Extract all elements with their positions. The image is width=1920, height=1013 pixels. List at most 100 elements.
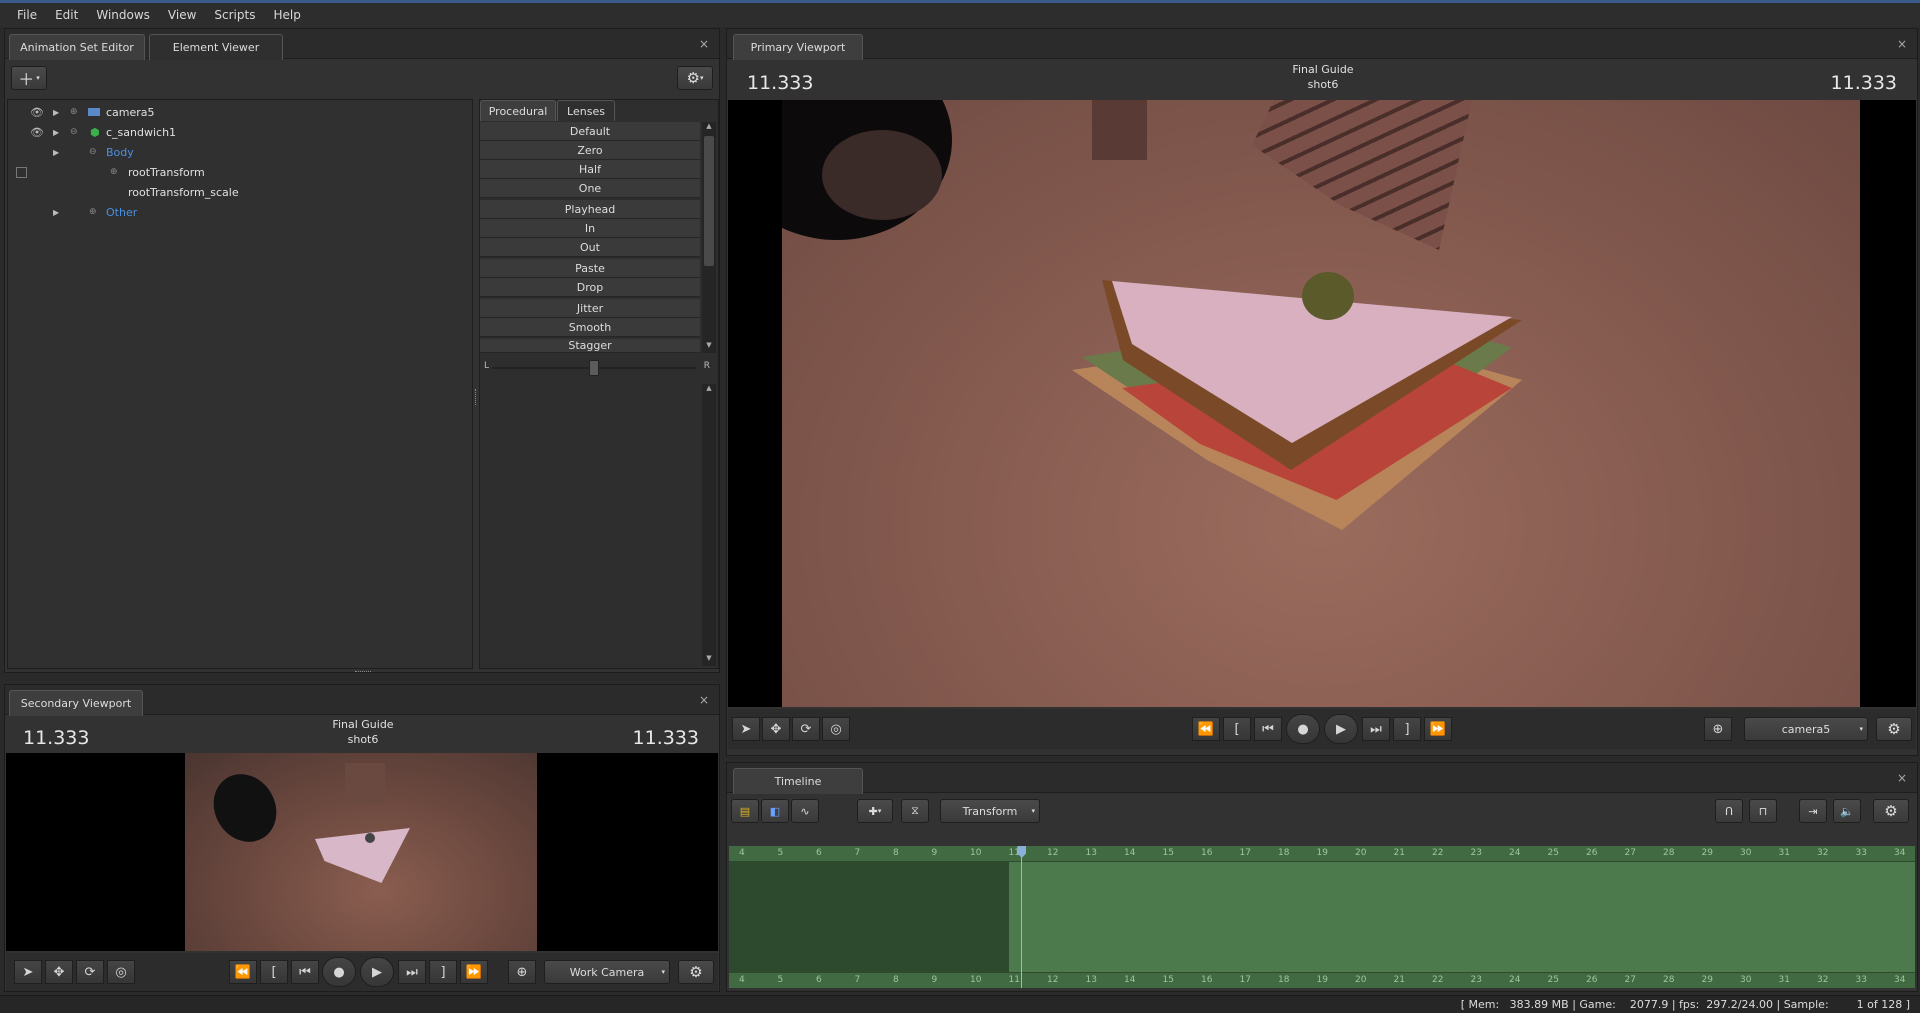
viewport-settings-button[interactable]: ⚙ (678, 960, 714, 984)
expand-arrow-icon[interactable]: ▶ (53, 108, 59, 117)
target-tool-button[interactable]: ◎ (107, 960, 135, 984)
proc-jitter-button[interactable]: Jitter (480, 299, 700, 318)
plus-expand-icon[interactable]: ⊕ (89, 207, 97, 217)
step-back-button[interactable]: ⏮ (291, 960, 319, 984)
proc-playhead-button[interactable]: Playhead (480, 200, 700, 219)
secondary-viewport-canvas[interactable] (6, 753, 718, 951)
scroll-up-arrow[interactable]: ▲ (702, 122, 716, 134)
fast-forward-button[interactable]: ⏩ (460, 960, 488, 984)
tab-procedural[interactable]: Procedural (480, 100, 556, 121)
camera-target-button[interactable]: ⊕ (1704, 717, 1732, 741)
plus-expand-icon[interactable]: ⊕ (110, 167, 118, 177)
proc-in-button[interactable]: In (480, 219, 700, 238)
close-icon[interactable]: × (1897, 37, 1907, 51)
tab-primary-viewport[interactable]: Primary Viewport (733, 34, 863, 60)
checkbox[interactable] (16, 167, 27, 178)
expand-arrow-icon[interactable]: ▶ (53, 148, 59, 157)
menu-help[interactable]: Help (264, 8, 309, 22)
move-tool-button[interactable]: ✥ (762, 717, 790, 741)
tab-animation-set-editor[interactable]: Animation Set Editor (9, 34, 145, 60)
minus-collapse-icon[interactable]: ⊖ (70, 127, 78, 137)
fast-forward-button[interactable]: ⏩ (1424, 717, 1452, 741)
eye-icon[interactable]: 👁 (30, 106, 44, 119)
proc-paste-button[interactable]: Paste (480, 259, 700, 278)
camera-target-button[interactable]: ⊕ (508, 960, 536, 984)
move-tool-button[interactable]: ✥ (45, 960, 73, 984)
mark-out-button[interactable]: ] (1393, 717, 1421, 741)
snap-magnet-button[interactable]: Ո (1715, 799, 1743, 823)
filmstrip-mode-button[interactable]: ▤ (731, 799, 759, 823)
proc-one-button[interactable]: One (480, 179, 700, 198)
select-tool-button[interactable]: ➤ (14, 960, 42, 984)
rewind-button[interactable]: ⏪ (229, 960, 257, 984)
tab-element-viewer[interactable]: Element Viewer (149, 34, 283, 60)
timeline-ruler-bottom[interactable]: 4 5 6 7 8 9 10 11 12 13 14 15 16 17 18 19 20 21 22 23 24 25 26… (729, 972, 1915, 988)
proc-stagger-button[interactable]: Stagger (480, 339, 700, 353)
audio-button[interactable]: 🔈 (1833, 799, 1861, 823)
tab-lenses[interactable]: Lenses (557, 100, 615, 121)
blend-slider[interactable]: L R (482, 358, 710, 380)
tree-row-roottransform-scale[interactable]: rootTransform_scale (8, 183, 468, 201)
select-tool-button[interactable]: ➤ (732, 717, 760, 741)
proc-zero-button[interactable]: Zero (480, 141, 700, 160)
graph-editor-button[interactable]: ∿ (791, 799, 819, 823)
menu-scripts[interactable]: Scripts (205, 8, 264, 22)
procedural-scrollbar[interactable]: ▲ ▼ (702, 122, 716, 353)
proc-smooth-button[interactable]: Smooth (480, 318, 700, 337)
expand-arrow-icon[interactable]: ▶ (53, 208, 59, 217)
close-icon[interactable]: × (699, 37, 709, 51)
mark-in-button[interactable]: [ (1223, 717, 1251, 741)
proc-drop-button[interactable]: Drop (480, 278, 700, 297)
expand-arrow-icon[interactable]: ▶ (53, 128, 59, 137)
menu-view[interactable]: View (159, 8, 205, 22)
minus-collapse-icon[interactable]: ⊖ (89, 147, 97, 157)
proc-default-button[interactable]: Default (480, 122, 700, 141)
time-scale-button[interactable]: ⧖ (901, 799, 929, 823)
tab-timeline[interactable]: Timeline (733, 768, 863, 794)
rotate-tool-button[interactable]: ⟳ (76, 960, 104, 984)
go-to-end-button[interactable]: ⇥ (1799, 799, 1827, 823)
lower-scrollbar[interactable]: ▲ ▼ (702, 384, 716, 666)
proc-out-button[interactable]: Out (480, 238, 700, 257)
slider-thumb[interactable] (589, 360, 599, 376)
play-button[interactable]: ▶ (360, 957, 394, 987)
horizontal-splitter-handle[interactable] (355, 671, 371, 673)
tree-row-body[interactable]: ▶ ⊖ Body (8, 143, 468, 161)
step-forward-button[interactable]: ⏭ (398, 960, 426, 984)
close-icon[interactable]: × (699, 693, 709, 707)
record-button[interactable]: ● (322, 957, 356, 987)
timeline-track-area[interactable]: 4 5 6 7 8 9 10 11 12 13 14 15 16 17 18 19 20 21 22 23 24 25 26… (729, 846, 1915, 988)
rotate-tool-button[interactable]: ⟳ (792, 717, 820, 741)
scroll-down-arrow[interactable]: ▼ (702, 654, 716, 666)
close-icon[interactable]: × (1897, 771, 1907, 785)
primary-viewport-canvas[interactable] (728, 100, 1916, 707)
timeline-playhead[interactable] (1021, 846, 1023, 988)
step-forward-button[interactable]: ⏭ (1362, 717, 1390, 741)
timeline-settings-button[interactable]: ⚙ (1873, 799, 1909, 823)
scroll-thumb[interactable] (704, 136, 714, 266)
tree-row-other[interactable]: ▶ ⊕ Other (8, 203, 468, 221)
snap-frame-button[interactable]: ⊓ (1749, 799, 1777, 823)
tree-row-roottransform[interactable]: ⊕ rootTransform (8, 163, 468, 181)
timeline-ruler-top[interactable]: 4 5 6 7 8 9 10 11 12 13 14 15 16 17 18 19 20 21 22 23 24 25 26… (729, 846, 1915, 862)
target-tool-button[interactable]: ◎ (822, 717, 850, 741)
motion-editor-button[interactable]: ◧ (761, 799, 789, 823)
tree-row-c-sandwich1[interactable]: 👁 ▶ ⊖ ⬢ c_sandwich1 (8, 123, 468, 141)
plus-expand-icon[interactable]: ⊕ (70, 107, 78, 117)
settings-gear-button[interactable]: ⚙ ▾ (677, 66, 713, 90)
camera-dropdown[interactable]: Work Camera ▾ (544, 960, 670, 984)
add-key-button[interactable]: ✚ ▾ (857, 799, 893, 823)
step-back-button[interactable]: ⏮ (1254, 717, 1282, 741)
add-button[interactable]: ＋ ▾ (11, 66, 47, 90)
mark-out-button[interactable]: ] (429, 960, 457, 984)
play-button[interactable]: ▶ (1324, 714, 1358, 744)
mark-in-button[interactable]: [ (260, 960, 288, 984)
scroll-up-arrow[interactable]: ▲ (702, 384, 716, 396)
record-button[interactable]: ● (1286, 714, 1320, 744)
tab-secondary-viewport[interactable]: Secondary Viewport (9, 690, 143, 716)
viewport-settings-button[interactable]: ⚙ (1876, 717, 1912, 741)
menu-windows[interactable]: Windows (87, 8, 159, 22)
eye-icon[interactable]: 👁 (30, 126, 44, 139)
transform-dropdown[interactable]: Transform ▾ (940, 799, 1040, 823)
scroll-down-arrow[interactable]: ▼ (702, 341, 716, 353)
